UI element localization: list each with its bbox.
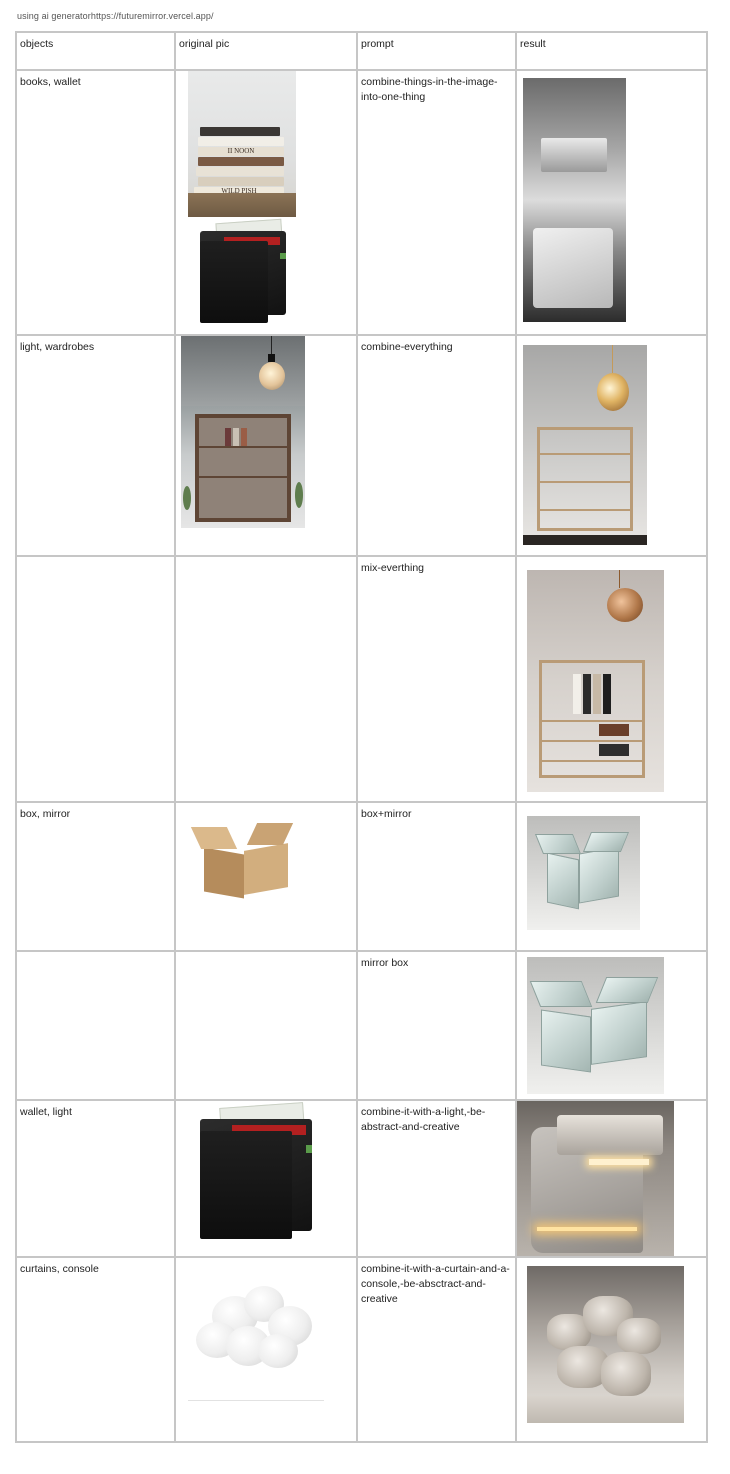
prompt-cell: mix-everthing (356, 555, 517, 803)
books-image: II NOON WILD PISH (188, 72, 296, 217)
table-header-row: objects original pic prompt result (15, 31, 708, 71)
light-image (181, 337, 305, 406)
prompt-cell: combine-things-in-the-image-into-one-thi… (356, 69, 517, 336)
result-cell (515, 69, 708, 336)
wallet-image (198, 1102, 314, 1241)
result-cell (515, 1099, 708, 1258)
objects-cell: wallet, light (15, 1099, 176, 1258)
objects-cell: books, wallet (15, 69, 176, 336)
prompt-cell: combine-everything (356, 334, 517, 557)
cotton-image (186, 1278, 326, 1404)
original-pic-cell (174, 555, 358, 803)
box-image (190, 821, 294, 901)
result-cell (515, 801, 708, 952)
original-pic-cell (174, 950, 358, 1101)
table-row: box, mirror box+mirror (15, 801, 708, 952)
prompt-cell: box+mirror (356, 801, 517, 952)
objects-cell (15, 950, 176, 1101)
comparison-table: objects original pic prompt result books… (15, 31, 708, 1443)
wardrobes-image (181, 406, 305, 528)
table-row: light, wardrobes combine-everything (15, 334, 708, 557)
prompt-cell: combine-it-with-a-curtain-and-a-console,… (356, 1256, 517, 1443)
result-image-4 (527, 816, 640, 930)
result-cell (515, 1256, 708, 1443)
prompt-cell: combine-it-with-a-light,-be-abstract-and… (356, 1099, 517, 1258)
table-row: mix-everthing (15, 555, 708, 803)
result-image-7 (527, 1266, 684, 1423)
objects-cell: light, wardrobes (15, 334, 176, 557)
original-pic-cell (174, 801, 358, 952)
wallet-image (198, 218, 290, 323)
table-row: books, wallet II NOON WILD PISH combine-… (15, 69, 708, 336)
result-image-2 (523, 345, 647, 545)
original-pic-cell: II NOON WILD PISH (174, 69, 358, 336)
result-cell (515, 334, 708, 557)
result-cell (515, 555, 708, 803)
table-row: wallet, light combine-it-with-a-light,-b… (15, 1099, 708, 1258)
table-row: mirror box (15, 950, 708, 1101)
result-image-3 (527, 570, 664, 792)
header-original-pic: original pic (174, 31, 358, 71)
objects-cell (15, 555, 176, 803)
header-prompt: prompt (356, 31, 517, 71)
objects-cell: curtains, console (15, 1256, 176, 1443)
result-image-5 (527, 957, 664, 1094)
table-row: curtains, console combine-it-with-a-curt… (15, 1256, 708, 1443)
result-cell (515, 950, 708, 1101)
result-image-1 (523, 78, 626, 322)
header-objects: objects (15, 31, 176, 71)
original-pic-cell (174, 334, 358, 557)
original-pic-cell (174, 1099, 358, 1258)
header-note: using ai generatorhttps://futuremirror.v… (17, 11, 214, 21)
result-image-6 (518, 1102, 674, 1255)
prompt-cell: mirror box (356, 950, 517, 1101)
original-pic-cell (174, 1256, 358, 1443)
objects-cell: box, mirror (15, 801, 176, 952)
header-result: result (515, 31, 708, 71)
